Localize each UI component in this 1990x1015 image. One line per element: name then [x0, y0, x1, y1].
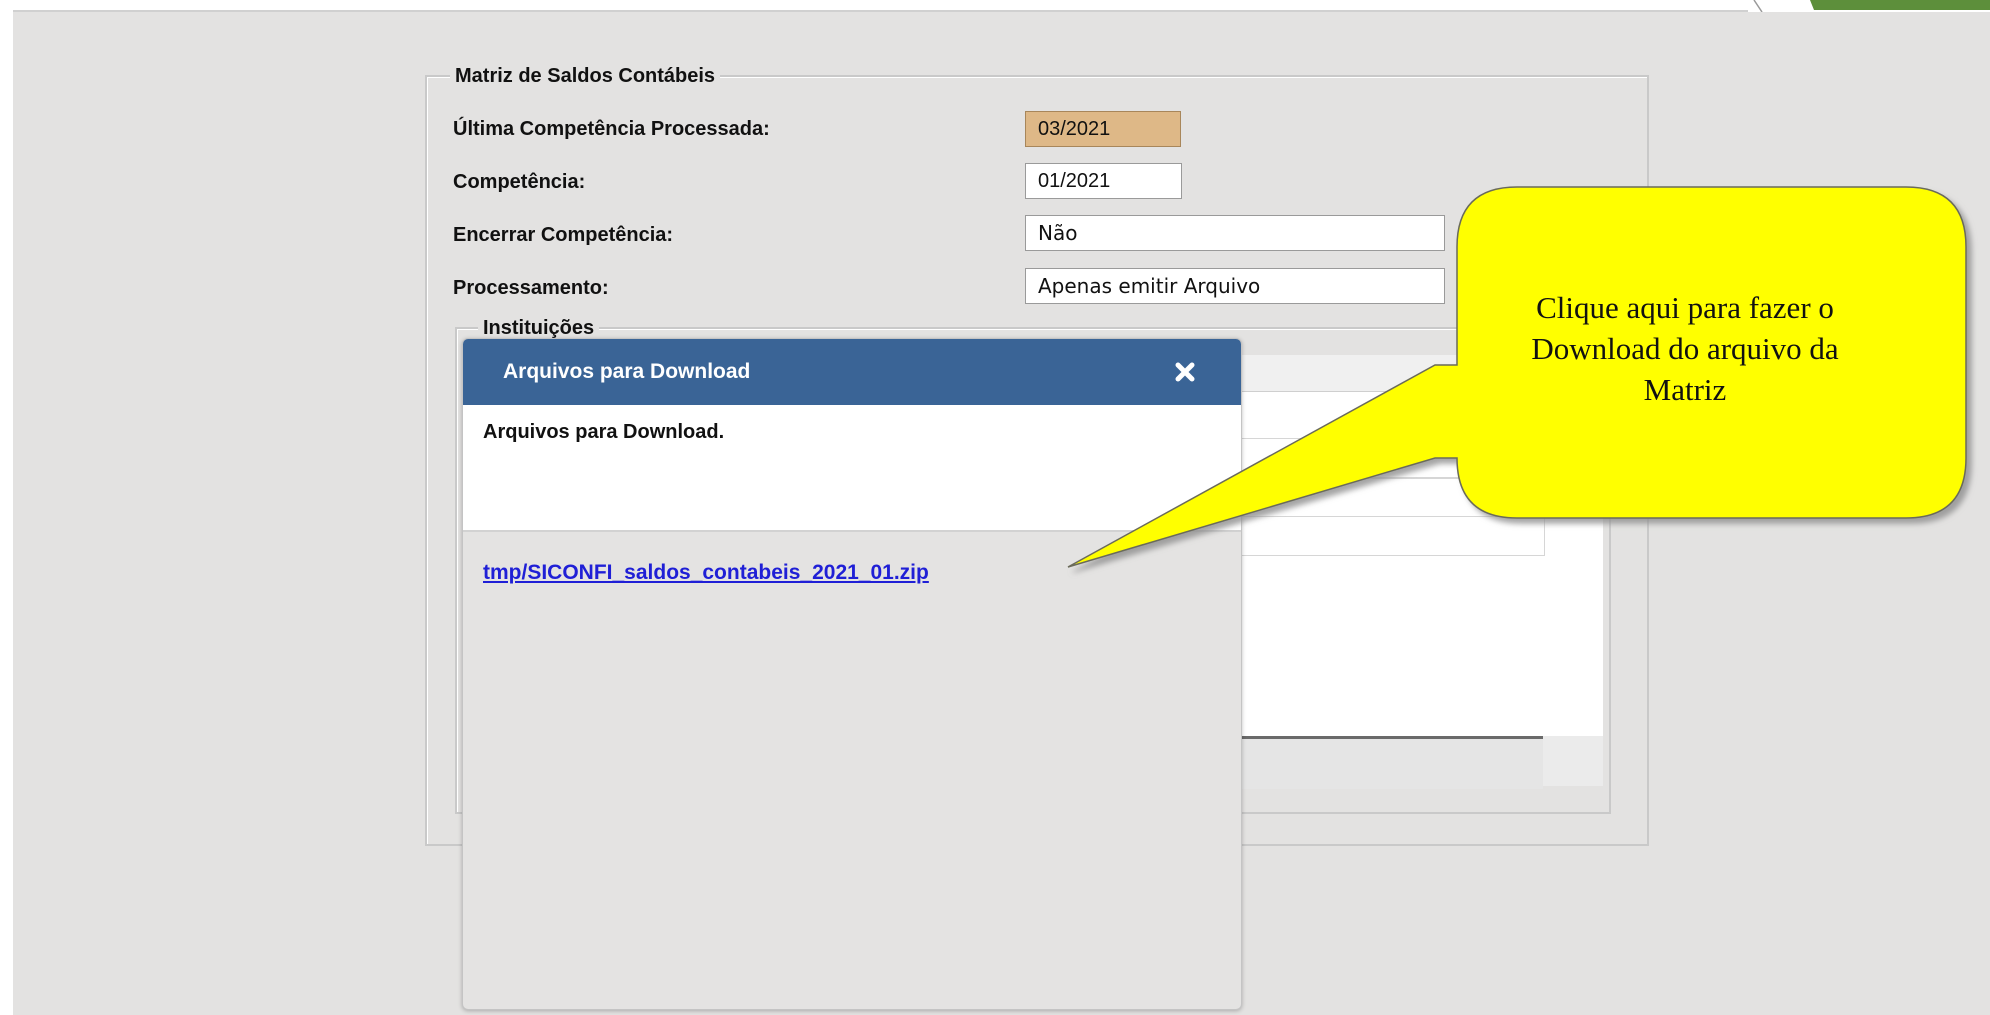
callout-text: Clique aqui para fazer o Download do arq…: [1531, 290, 1839, 407]
callout-bubble: [1067, 186, 1967, 568]
